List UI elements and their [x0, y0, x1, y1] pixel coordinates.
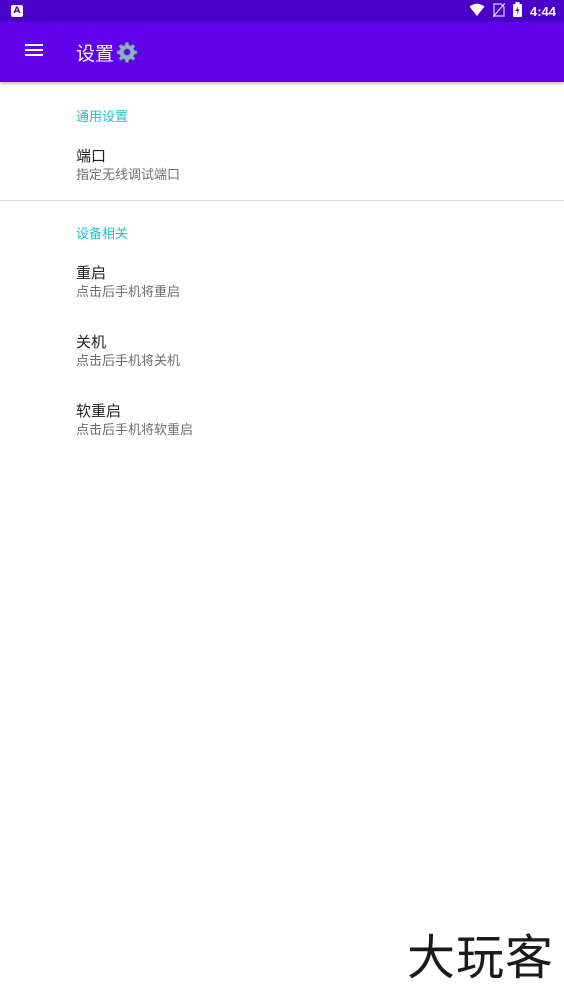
notification-app-icon: A [11, 5, 23, 17]
battery-charging-icon [512, 1, 522, 21]
section-header-general: 通用设置 [76, 110, 129, 125]
status-time: 4:44 [529, 3, 556, 19]
pref-reboot[interactable]: 重启 点击后手机将重启 [76, 263, 536, 302]
menu-button[interactable] [14, 32, 54, 72]
pref-title: 关机 [76, 333, 107, 351]
page-title: 设置 [76, 40, 138, 65]
pref-title: 重启 [76, 264, 107, 282]
section-header-device: 设备相关 [76, 227, 129, 242]
hamburger-menu-icon [24, 42, 44, 62]
app-bar: 设置 [0, 22, 564, 82]
page-title-text: 设置 [76, 42, 115, 65]
pref-summary: 点击后手机将重启 [76, 285, 181, 300]
no-sim-icon [492, 2, 506, 21]
pref-soft-reboot[interactable]: 软重启 点击后手机将软重启 [76, 401, 536, 440]
gear-icon [116, 41, 138, 63]
pref-port[interactable]: 端口 指定无线调试端口 [76, 146, 536, 185]
status-bar: A 4:44 [0, 0, 564, 22]
pref-shutdown[interactable]: 关机 点击后手机将关机 [76, 332, 536, 371]
pref-summary: 点击后手机将关机 [76, 354, 181, 369]
section-divider [0, 200, 564, 201]
status-icons: 4:44 [469, 0, 556, 22]
pref-title: 软重启 [76, 402, 122, 420]
pref-title: 端口 [76, 147, 107, 165]
wifi-icon [469, 2, 485, 21]
pref-summary: 指定无线调试端口 [76, 168, 181, 183]
pref-summary: 点击后手机将软重启 [76, 423, 194, 438]
watermark-logo: 大玩客 [406, 930, 554, 986]
